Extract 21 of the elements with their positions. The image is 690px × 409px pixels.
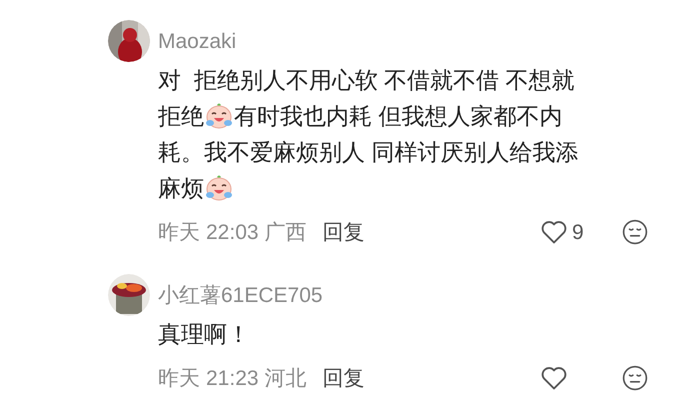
comment-location: 广西 — [264, 222, 307, 242]
heart-icon[interactable] — [540, 365, 568, 391]
comment-date: 昨天 — [158, 368, 200, 388]
neutral-face-icon[interactable] — [622, 365, 648, 391]
comment-text: 对 拒绝别人不用心软 不借就不借 不想就 — [158, 68, 575, 92]
heart-icon[interactable] — [540, 219, 568, 245]
comment-text: 拒绝 — [158, 104, 204, 128]
comment-text: 耗。我不爱麻烦别人 同样讨厌别人给我添 — [158, 140, 578, 164]
comment-time: 21:23 — [206, 368, 259, 388]
comment-text: 麻烦 — [158, 176, 204, 200]
neutral-face-icon[interactable] — [622, 219, 648, 245]
comment-location: 河北 — [264, 368, 307, 388]
comment-date: 昨天 — [158, 222, 200, 242]
crying-laughing-emoji-icon — [205, 102, 233, 130]
reply-button[interactable]: 回复 — [322, 368, 365, 388]
crying-laughing-emoji-icon — [205, 174, 233, 202]
comment-time: 22:03 — [206, 222, 259, 242]
reply-button[interactable]: 回复 — [322, 222, 365, 242]
comment-text: 有时我也内耗 但我想人家都不内 — [234, 104, 562, 128]
like-count: 9 — [572, 222, 585, 242]
comment-text: 真理啊！ — [158, 322, 250, 346]
